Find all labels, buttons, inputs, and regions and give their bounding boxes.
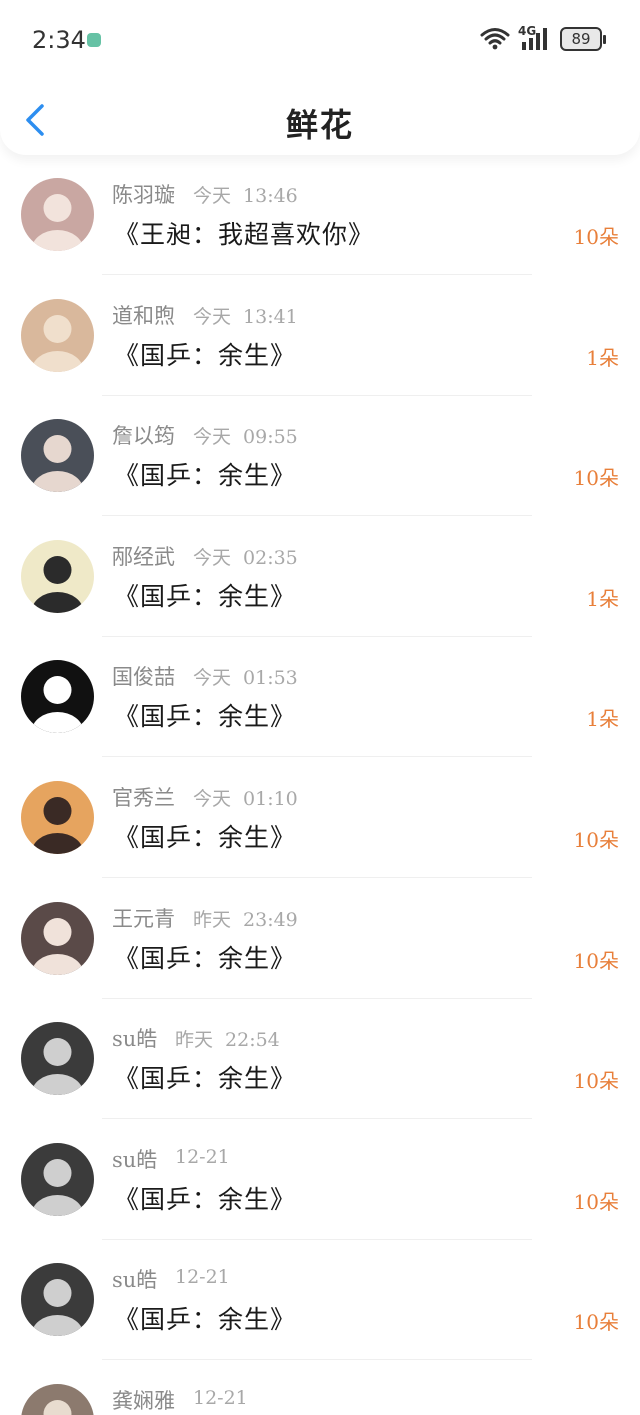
gift-title: 《国乒：余生》 [114,1064,297,1094]
list-item[interactable]: 陈羽璇 今天 13:46 《王昶：我超喜欢你》 10朵 [0,155,640,276]
send-day: 今天 [193,787,232,810]
send-clock: 12-21 [175,1145,230,1168]
send-time: 12-21 [175,1266,230,1288]
send-day: 今天 [193,185,232,207]
sender-name: 邴经武 [112,544,175,569]
list-item[interactable]: su皓 12-21 《国乒：余生》 10朵 [0,1120,640,1241]
list-item[interactable]: 官秀兰 今天 01:10 《国乒：余生》 10朵 [0,758,640,879]
gift-title: 《国乒：余生》 [114,581,297,611]
avatar[interactable] [21,660,94,734]
top-bar: 2:34 4G 89 鲜花 [0,0,640,155]
avatar[interactable] [21,419,94,493]
send-time: 12-21 [193,1387,248,1409]
nav-bar: 鲜花 [0,92,640,152]
list-item[interactable]: su皓 12-21 《国乒：余生》 10朵 [0,1240,640,1361]
flower-count: 10朵 [573,1189,619,1214]
flower-count: 10朵 [573,1069,619,1094]
send-time: 12-21 [175,1146,230,1168]
list-item[interactable]: 龚娴雅 12-21 [0,1361,640,1415]
send-clock: 13:46 [243,185,298,207]
sender-name: 陈羽璇 [112,183,175,207]
send-clock: 01:10 [243,787,298,810]
send-clock: 01:53 [243,667,298,690]
gift-title: 《国乒：余生》 [114,822,297,852]
page-title: 鲜花 [285,106,354,144]
flower-count: 10朵 [573,948,619,973]
sender-name: 官秀兰 [112,785,175,810]
send-time: 今天 01:10 [193,784,298,811]
flower-record-list[interactable]: 陈羽璇 今天 13:46 《王昶：我超喜欢你》 10朵 道和煦 今天 13:41 《国乒：余生》… [0,155,640,1415]
send-clock: 09:55 [243,426,298,449]
sender-name: 龚娴雅 [112,1388,175,1413]
send-time: 今天 02:35 [193,543,298,570]
send-time: 今天 13:46 [193,181,298,208]
send-time: 今天 13:41 [193,302,298,329]
send-time: 昨天 23:49 [193,905,298,932]
send-clock: 13:41 [243,305,298,328]
list-item[interactable]: 道和煦 今天 13:41 《国乒：余生》 1朵 [0,276,640,397]
send-day: 今天 [193,546,232,569]
sender-name: su皓 [112,1268,158,1293]
status-bar: 2:34 4G 89 [0,20,640,64]
send-day: 今天 [193,305,232,328]
avatar[interactable] [21,1383,94,1415]
gift-title: 《国乒：余生》 [114,943,297,973]
avatar[interactable] [21,1142,94,1216]
send-clock: 22:54 [225,1029,280,1052]
avatar[interactable] [21,178,94,251]
send-clock: 23:49 [243,908,298,931]
list-item[interactable]: 国俊喆 今天 01:53 《国乒：余生》 1朵 [0,637,640,758]
status-time: 2:34 [32,26,86,54]
sender-name: 詹以筠 [112,424,175,449]
list-item[interactable]: 王元青 昨天 23:49 《国乒：余生》 10朵 [0,879,640,1000]
send-time: 今天 09:55 [193,422,298,449]
battery-tip [603,35,606,44]
flower-count: 1朵 [586,707,619,732]
sender-name: su皓 [112,1147,158,1172]
gift-title: 《国乒：余生》 [114,461,297,491]
battery-icon: 89 [560,27,602,51]
sender-name: su皓 [112,1027,158,1052]
gift-title: 《国乒：余生》 [114,340,297,370]
signal-icon [522,28,550,54]
flower-count: 10朵 [573,225,619,249]
gift-title: 《王昶：我超喜欢你》 [114,220,375,249]
send-clock: 02:35 [243,546,298,569]
avatar[interactable] [21,901,94,975]
sender-name: 道和煦 [112,303,175,328]
send-day: 昨天 [175,1029,214,1052]
send-day: 今天 [193,426,232,449]
list-item[interactable]: 詹以筠 今天 09:55 《国乒：余生》 10朵 [0,396,640,517]
gift-title: 《国乒：余生》 [114,702,297,732]
flower-count: 10朵 [573,466,619,491]
send-clock: 12-21 [175,1266,230,1289]
avatar[interactable] [21,1263,94,1337]
notification-icon [87,33,101,47]
wifi-icon [480,26,510,54]
send-time: 昨天 22:54 [175,1025,280,1052]
send-day: 昨天 [193,908,232,931]
avatar[interactable] [21,1022,94,1096]
gift-title: 《国乒：余生》 [114,1184,297,1214]
sender-name: 王元青 [112,906,175,931]
gift-title: 《国乒：余生》 [114,1305,297,1335]
list-item[interactable]: su皓 昨天 22:54 《国乒：余生》 10朵 [0,999,640,1120]
flower-count: 10朵 [573,1310,619,1335]
send-time: 今天 01:53 [193,663,298,690]
sender-name: 国俊喆 [112,665,175,690]
flower-count: 1朵 [586,345,619,370]
flower-count: 10朵 [573,827,619,852]
send-clock: 12-21 [193,1386,248,1409]
avatar[interactable] [21,780,94,854]
avatar[interactable] [21,298,94,372]
flower-count: 1朵 [586,586,619,611]
send-day: 今天 [193,667,232,690]
list-item[interactable]: 邴经武 今天 02:35 《国乒：余生》 1朵 [0,517,640,638]
avatar[interactable] [21,539,94,613]
